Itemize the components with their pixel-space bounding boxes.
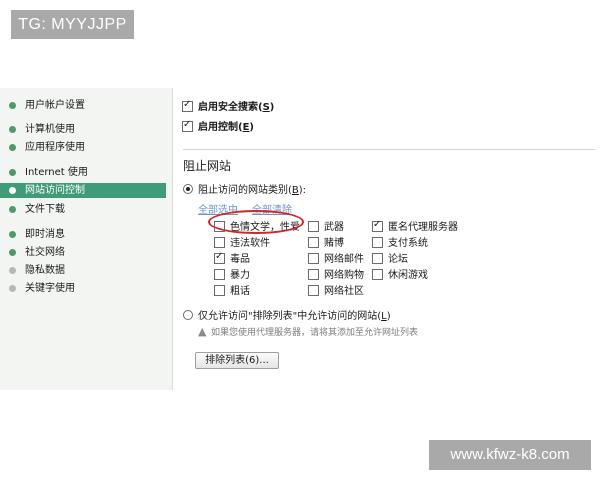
sidebar-item-social-networks[interactable]: 社交网络: [0, 245, 166, 260]
category-casual-games[interactable]: 休闲游戏: [372, 266, 428, 281]
bullet-icon: [9, 231, 16, 238]
sidebar-item-label: 应用程序使用: [25, 142, 85, 153]
category-drugs[interactable]: 毒品: [214, 250, 250, 265]
checkbox-icon: [214, 285, 225, 296]
checkbox-icon: [372, 237, 383, 248]
category-violence[interactable]: 暴力: [214, 266, 250, 281]
sidebar-item-label: 网站访问控制: [25, 185, 85, 196]
checkbox-icon: [372, 253, 383, 264]
category-webmail[interactable]: 网络邮件: [308, 250, 364, 265]
checkbox-icon: [214, 221, 225, 232]
radio-checked-icon: [183, 184, 193, 194]
block-sites-title: 阻止网站: [183, 159, 232, 173]
category-online-shopping[interactable]: 网络购物: [308, 266, 364, 281]
checkbox-icon: [308, 253, 319, 264]
exclusion-list-button[interactable]: 排除列表(6)...: [195, 352, 279, 369]
checkbox-checked-icon: [372, 219, 383, 232]
category-profanity[interactable]: 粗话: [214, 282, 250, 297]
bullet-icon: [9, 102, 16, 109]
category-gambling[interactable]: 赌博: [308, 234, 344, 249]
radio-icon: [183, 310, 193, 320]
radio-block-categories[interactable]: 阻止访问的网站类别(B):: [183, 181, 306, 196]
section-divider: [183, 149, 595, 150]
sidebar-item-label: 社交网络: [25, 247, 65, 258]
sidebar-item-internet-use[interactable]: Internet 使用: [0, 165, 166, 180]
checkbox-icon: [308, 237, 319, 248]
sidebar-item-label: 文件下载: [25, 204, 65, 215]
safe-search-checkbox[interactable]: 启用安全搜索(S): [182, 98, 274, 113]
proxy-note: ▲ 如果您使用代理服务器，请将其添加至允许网址列表: [198, 325, 419, 338]
category-illegal-software[interactable]: 违法软件: [214, 234, 270, 249]
sidebar: 用户帐户设置 计算机使用 应用程序使用 Internet 使用 网站访问控制 文…: [0, 88, 173, 390]
sidebar-item-website-control[interactable]: 网站访问控制: [0, 183, 166, 198]
clear-all-link[interactable]: 全部清除: [252, 201, 292, 216]
category-forums[interactable]: 论坛: [372, 250, 408, 265]
select-all-link[interactable]: 全部选中: [198, 201, 238, 216]
bullet-icon: [9, 187, 16, 194]
enable-control-checkbox[interactable]: 启用控制(E): [182, 118, 254, 133]
category-payment-systems[interactable]: 支付系统: [372, 234, 428, 249]
checkbox-icon: [308, 269, 319, 280]
sidebar-item-application-use[interactable]: 应用程序使用: [0, 140, 166, 155]
checkbox-icon: [372, 269, 383, 280]
watermark-bottom: www.kfwz-k8.com: [429, 440, 591, 470]
checkbox-checked-icon: [182, 119, 193, 132]
bullet-icon: [9, 144, 16, 151]
checkbox-icon: [214, 269, 225, 280]
sidebar-item-keyword-use[interactable]: 关键字使用: [0, 281, 166, 296]
category-anonymous-proxy[interactable]: 匿名代理服务器: [372, 218, 458, 233]
sidebar-item-instant-messaging[interactable]: 即时消息: [0, 227, 166, 242]
bullet-icon: [9, 126, 16, 133]
checkbox-icon: [308, 221, 319, 232]
watermark-top: TG: MYYJJPP: [11, 10, 134, 39]
checkbox-icon: [308, 285, 319, 296]
category-social-communities[interactable]: 网络社区: [308, 282, 364, 297]
sidebar-item-private-data[interactable]: 隐私数据: [0, 263, 166, 278]
category-weapons[interactable]: 武器: [308, 218, 344, 233]
bullet-icon: [9, 206, 16, 213]
radio-allowlist-only[interactable]: 仅允许访问"排除列表"中允许访问的网站(L): [183, 307, 391, 322]
sidebar-item-label: Internet 使用: [25, 167, 88, 178]
bullet-icon: [9, 169, 16, 176]
sidebar-item-label: 隐私数据: [25, 265, 65, 276]
bullet-icon: [9, 267, 16, 274]
sidebar-item-label: 关键字使用: [25, 283, 75, 294]
warning-icon: ▲: [198, 325, 207, 338]
sidebar-item-user-accounts[interactable]: 用户帐户设置: [0, 98, 166, 113]
checkbox-icon: [214, 237, 225, 248]
checkbox-checked-icon: [214, 251, 225, 264]
sidebar-item-file-download[interactable]: 文件下载: [0, 202, 166, 217]
bullet-icon: [9, 249, 16, 256]
sidebar-item-label: 用户帐户设置: [25, 100, 85, 111]
sidebar-item-computer-use[interactable]: 计算机使用: [0, 122, 166, 137]
category-porn[interactable]: 色情文学，性爱: [214, 218, 300, 233]
bullet-icon: [9, 285, 16, 292]
sidebar-item-label: 计算机使用: [25, 124, 75, 135]
checkbox-checked-icon: [182, 99, 193, 112]
sidebar-item-label: 即时消息: [25, 229, 65, 240]
